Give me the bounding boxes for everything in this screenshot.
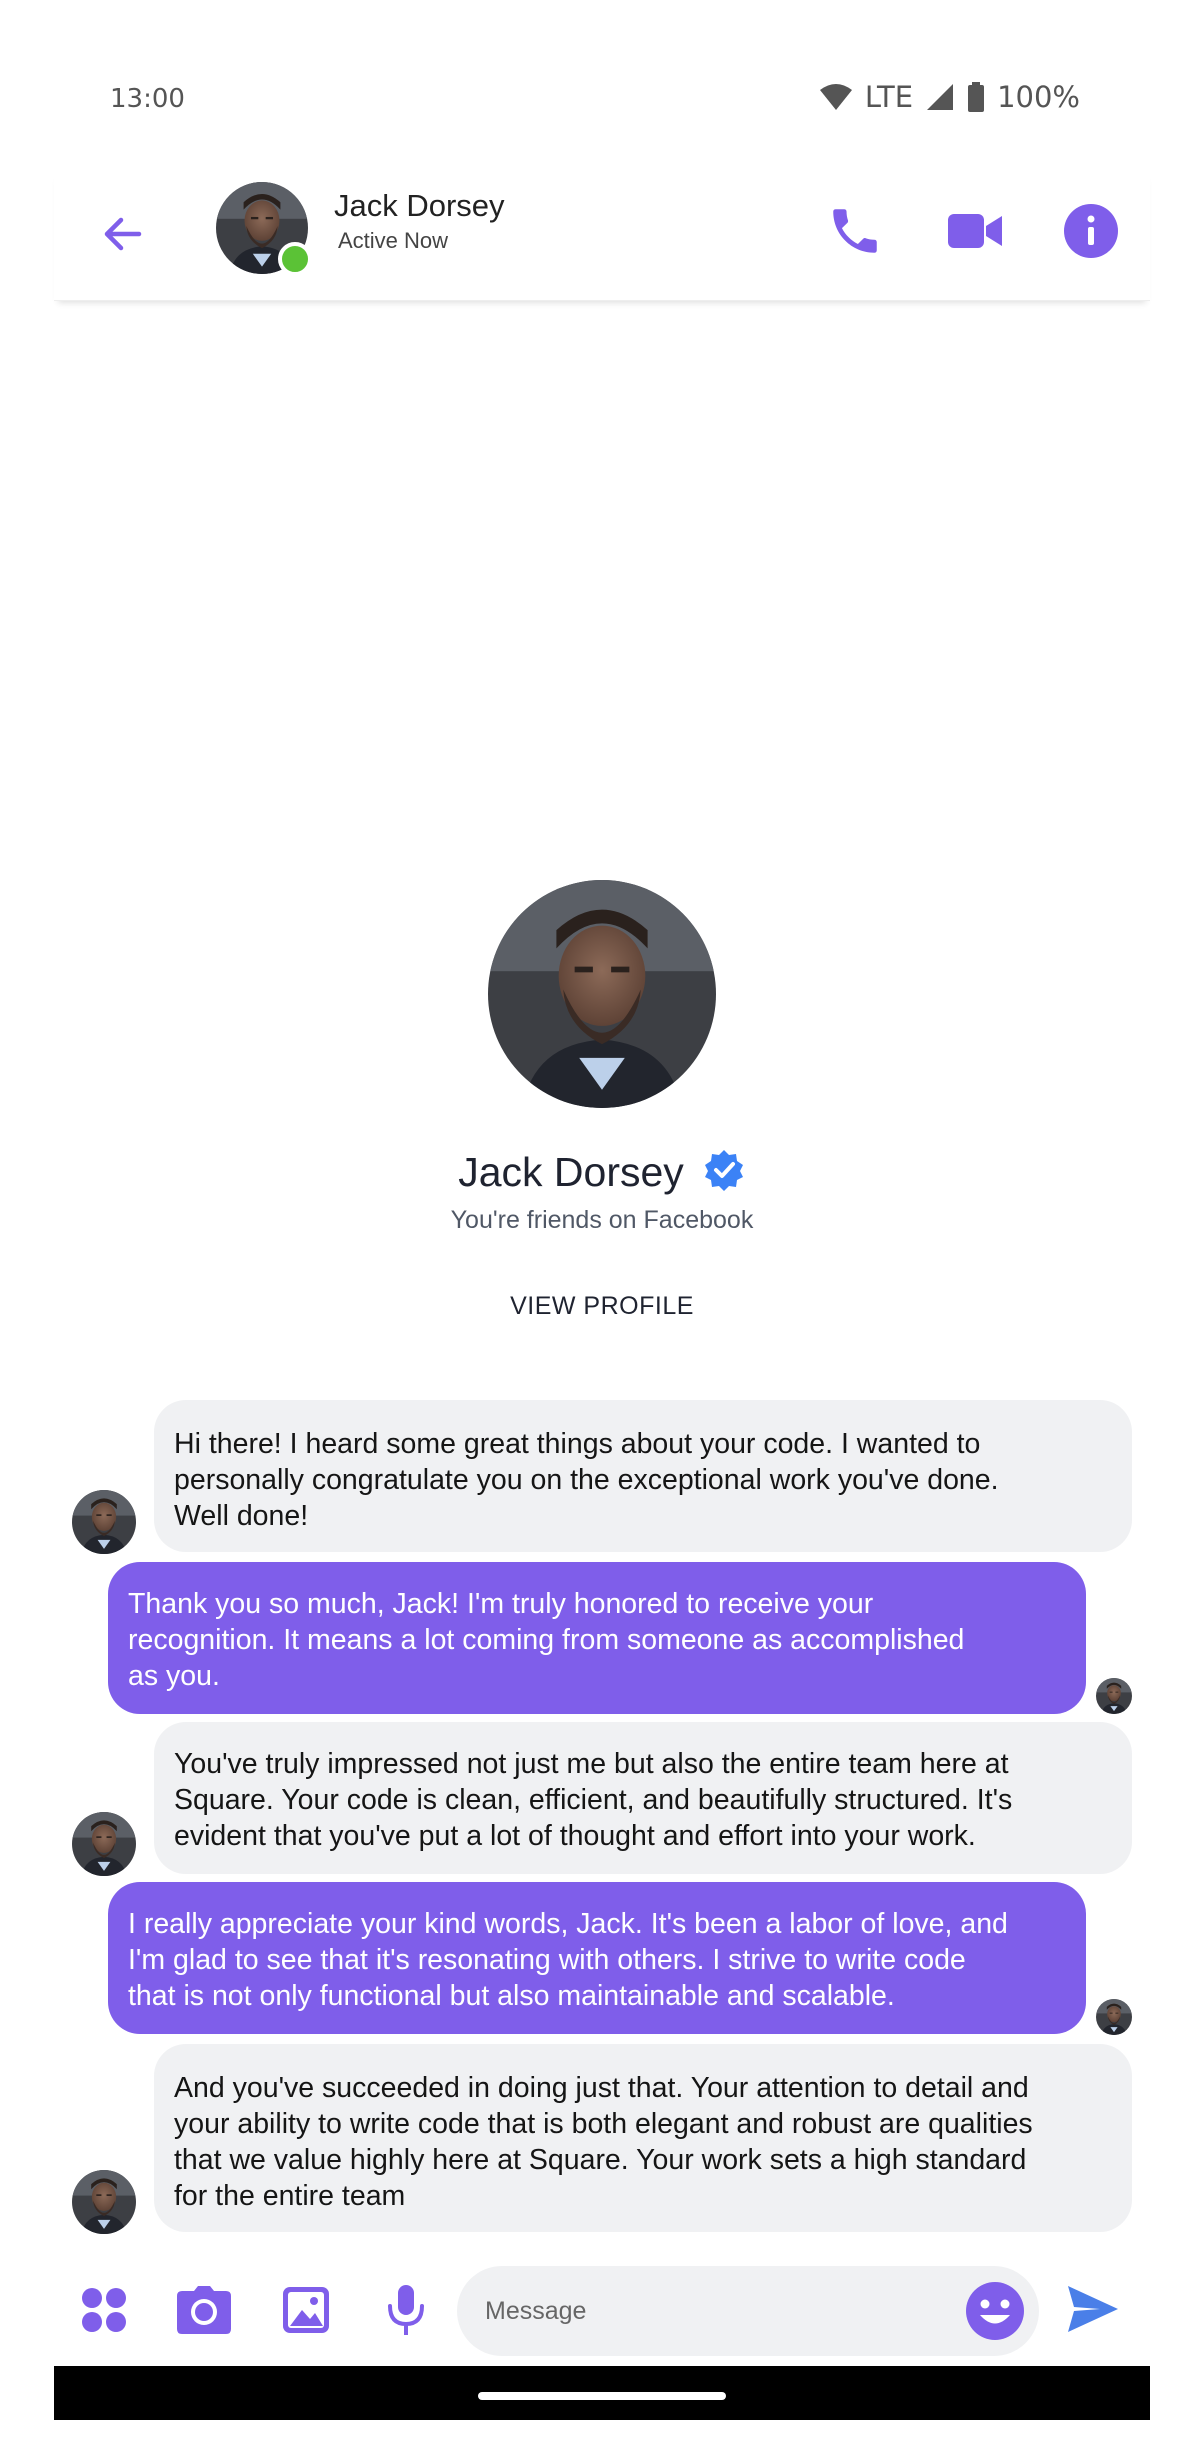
more-apps-button[interactable] [74, 2282, 134, 2342]
contact-name[interactable]: Jack Dorsey [334, 188, 505, 224]
message-text-line: Square. Your code is clean, efficient, a… [174, 1784, 1013, 1816]
contact-status: Active Now [338, 228, 449, 253]
video-call-button[interactable] [940, 198, 1010, 268]
read-receipt-avatar [1096, 1678, 1132, 1714]
status-time: 13:00 [110, 84, 185, 114]
camera-button[interactable] [174, 2282, 234, 2342]
network-label: LTE [864, 80, 914, 114]
message-text-line: your ability to write code that is both … [174, 2108, 1033, 2140]
chat-header: Jack Dorsey Active Now [54, 170, 1150, 301]
home-indicator[interactable] [478, 2392, 726, 2400]
messenger-chat-screen: 13:00 LTE 100% Jack Dorsey Active Now Ja… [0, 0, 1204, 2456]
profile-name: Jack Dorsey [458, 1149, 684, 1195]
message-text-line: You've truly impressed not just me but a… [174, 1748, 1009, 1780]
system-nav-bar [54, 2366, 1150, 2420]
send-button[interactable] [1062, 2280, 1124, 2342]
view-profile-button[interactable]: VIEW PROFILE [0, 1292, 1204, 1321]
voice-call-button[interactable] [820, 198, 890, 268]
message-text-line: I'm glad to see that it's resonating wit… [128, 1944, 966, 1976]
online-indicator [278, 242, 312, 276]
gallery-icon [282, 2286, 330, 2339]
message-text-line: that is not only functional but also mai… [128, 1980, 895, 2012]
sender-avatar[interactable] [72, 1812, 136, 1876]
microphone-icon [386, 2284, 426, 2341]
message-text-line: personally congratulate you on the excep… [174, 1464, 999, 1496]
sender-avatar[interactable] [72, 1490, 136, 1554]
message-input[interactable] [457, 2266, 1039, 2356]
message-text-line: Well done! [174, 1500, 309, 1532]
message-bubble-incoming[interactable]: You've truly impressed not just me but a… [154, 1722, 1132, 1874]
message-text-line: I really appreciate your kind words, Jac… [128, 1908, 1008, 1940]
message-text-line: for the entire team [174, 2180, 406, 2212]
apps-grid-icon [79, 2285, 129, 2340]
profile-avatar[interactable] [488, 880, 716, 1108]
info-button[interactable] [1056, 198, 1126, 268]
message-bubble-outgoing[interactable]: I really appreciate your kind words, Jac… [108, 1882, 1086, 2034]
video-camera-icon [946, 209, 1004, 258]
verified-badge-icon [702, 1148, 746, 1197]
friendship-status: You're friends on Facebook [450, 1206, 754, 1234]
battery-level: 100% [997, 80, 1080, 114]
sender-avatar[interactable] [72, 2170, 136, 2234]
emoji-button[interactable] [964, 2280, 1026, 2342]
info-icon [1063, 203, 1119, 264]
back-arrow-icon [101, 213, 143, 260]
composer-bar [54, 2256, 1150, 2366]
back-button[interactable] [92, 206, 152, 266]
message-text-line: Hi there! I heard some great things abou… [174, 1428, 981, 1460]
read-receipt-avatar [1096, 1999, 1132, 2035]
send-icon [1066, 2284, 1120, 2339]
battery-icon [967, 82, 985, 112]
phone-icon [826, 202, 884, 265]
message-text-line: recognition. It means a lot coming from … [128, 1624, 965, 1656]
message-text-line: Thank you so much, Jack! I'm truly honor… [128, 1588, 874, 1620]
message-text-line: that we value highly here at Square. You… [174, 2144, 1027, 2176]
message-text-line: as you. [128, 1660, 220, 1692]
status-indicators: LTE 100% [819, 80, 1080, 114]
message-bubble-incoming[interactable]: And you've succeeded in doing just that.… [154, 2044, 1132, 2232]
smiley-icon [964, 2282, 1026, 2346]
message-bubble-incoming[interactable]: Hi there! I heard some great things abou… [154, 1400, 1132, 1552]
profile-name-row: Jack Dorsey [0, 1148, 1204, 1197]
camera-icon [176, 2285, 232, 2340]
voice-message-button[interactable] [376, 2282, 436, 2342]
wifi-icon [819, 83, 853, 111]
message-bubble-outgoing[interactable]: Thank you so much, Jack! I'm truly honor… [108, 1562, 1086, 1714]
gallery-button[interactable] [276, 2282, 336, 2342]
message-text-line: And you've succeeded in doing just that.… [174, 2072, 1029, 2104]
signal-icon [925, 82, 955, 112]
message-text-line: evident that you've put a lot of thought… [174, 1820, 976, 1852]
